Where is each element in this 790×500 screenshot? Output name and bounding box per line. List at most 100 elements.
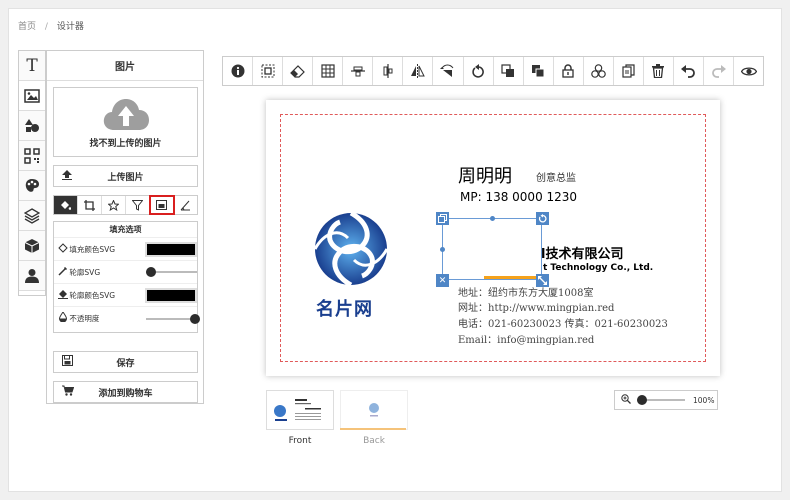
- crop-icon[interactable]: [78, 196, 102, 214]
- fill-bucket-icon[interactable]: [54, 196, 78, 214]
- opacity-label: 不透明度: [69, 314, 100, 323]
- cart-icon: [62, 385, 75, 399]
- image-panel: 图片 找不到上传的图片 上传图片 填充选项 填充颜色SVG 轮廓SVG 轮廓颜色…: [46, 50, 204, 404]
- rotate-handle-icon[interactable]: [536, 212, 549, 225]
- upload-image-button[interactable]: 上传图片: [53, 165, 198, 187]
- droplet-icon: [58, 311, 69, 325]
- clipart-tool-icon[interactable]: [19, 171, 45, 201]
- save-label: 保存: [116, 358, 135, 369]
- card-website[interactable]: 网址：http://www.mingpian.red: [458, 299, 614, 314]
- templates-tool-icon[interactable]: [19, 231, 45, 261]
- image-mini-toolbar: [53, 195, 198, 215]
- card-job-title[interactable]: 创意总监: [536, 169, 576, 184]
- qrcode-tool-icon[interactable]: [19, 141, 45, 171]
- bring-forward-icon[interactable]: [494, 57, 524, 85]
- card-address[interactable]: 地址：纽约市东方大厦1008室: [458, 284, 593, 299]
- text-tool-icon[interactable]: T: [19, 51, 45, 81]
- info-icon[interactable]: [223, 57, 254, 85]
- mask-icon[interactable]: [174, 196, 197, 214]
- zoom-value: 100%: [693, 395, 715, 405]
- stroke-color-label: 轮廓颜色SVG: [69, 290, 116, 300]
- trash-icon[interactable]: [644, 57, 674, 85]
- stroke-color-icon: [58, 289, 69, 302]
- front-page-label[interactable]: Front: [266, 436, 334, 446]
- fill-color-label: 填充颜色SVG: [69, 244, 116, 254]
- card-mobile[interactable]: MP: 138 0000 1230: [460, 190, 577, 204]
- logo-wordmark[interactable]: 名片网: [316, 295, 373, 321]
- zoom-slider[interactable]: [637, 395, 685, 405]
- breadcrumb: 首页 / 设计器: [18, 19, 84, 32]
- upload-arrow-icon: [62, 169, 72, 183]
- side-tool-column: T: [18, 50, 46, 296]
- opacity-knob[interactable]: [189, 313, 200, 324]
- opacity-slider[interactable]: [145, 313, 200, 324]
- delete-handle-icon[interactable]: ✕: [436, 274, 449, 287]
- grid-icon[interactable]: [313, 57, 344, 85]
- rotate-icon[interactable]: [464, 57, 494, 85]
- card-company-cn[interactable]: l技术有限公司: [541, 243, 623, 262]
- filter-icon[interactable]: [126, 196, 150, 214]
- save-button[interactable]: 保存: [53, 351, 198, 373]
- eraser-icon[interactable]: [283, 57, 314, 85]
- stroke-label: 轮廓SVG: [69, 267, 101, 277]
- stroke-color-row: 轮廓颜色SVG: [54, 284, 197, 307]
- card-phone[interactable]: 电话：021-60230023 传真：021-60230023: [458, 315, 668, 330]
- front-page-thumbnail[interactable]: [266, 390, 334, 430]
- zoom-in-icon[interactable]: [621, 393, 631, 407]
- card-company-en[interactable]: t Technology Co., Ltd.: [543, 263, 653, 273]
- company-logo[interactable]: [312, 210, 390, 288]
- add-to-cart-button[interactable]: 添加到购物车: [53, 381, 198, 403]
- cloud-upload-icon: [103, 98, 149, 130]
- copy-handle-icon[interactable]: [436, 212, 449, 225]
- resize-handle-icon[interactable]: [536, 274, 549, 287]
- upload-hint: 找不到上传的图片: [89, 138, 162, 149]
- fill-color-swatch[interactable]: [145, 241, 197, 257]
- card-email[interactable]: Email：info@mingpian.red: [458, 331, 594, 346]
- group-icon[interactable]: [584, 57, 614, 85]
- image-replace-icon[interactable]: [149, 195, 175, 215]
- upload-dropzone[interactable]: 找不到上传的图片: [53, 87, 198, 157]
- back-page-label[interactable]: Back: [340, 436, 408, 446]
- align-center-icon[interactable]: [373, 57, 404, 85]
- shapes-tool-icon[interactable]: [19, 111, 45, 141]
- undo-icon[interactable]: [674, 57, 704, 85]
- star-icon[interactable]: [102, 196, 126, 214]
- pen-icon: [58, 266, 69, 279]
- breadcrumb-separator: /: [44, 22, 48, 32]
- align-middle-icon[interactable]: [343, 57, 374, 85]
- breadcrumb-current: 设计器: [56, 22, 84, 32]
- stroke-width-knob[interactable]: [145, 267, 156, 277]
- select-all-icon[interactable]: [253, 57, 284, 85]
- breadcrumb-home[interactable]: 首页: [18, 22, 36, 32]
- image-tool-icon[interactable]: [19, 81, 45, 111]
- back-page-thumbnail[interactable]: [340, 390, 408, 430]
- zoom-knob[interactable]: [637, 395, 647, 405]
- floppy-icon: [62, 355, 73, 369]
- layers-tool-icon[interactable]: [19, 201, 45, 231]
- stroke-width-slider[interactable]: [145, 267, 197, 277]
- panel-title: 图片: [47, 51, 203, 81]
- preview-eye-icon[interactable]: [734, 57, 763, 85]
- zoom-control: 100%: [614, 390, 718, 410]
- selection-handle-left[interactable]: [440, 247, 445, 252]
- opacity-row: 不透明度: [54, 307, 200, 330]
- duplicate-icon[interactable]: [614, 57, 644, 85]
- fill-color-row: 填充颜色SVG: [54, 238, 197, 261]
- send-backward-icon[interactable]: [524, 57, 554, 85]
- flip-horizontal-icon[interactable]: [403, 57, 434, 85]
- fill-options-title: 填充选项: [54, 222, 197, 238]
- card-name[interactable]: 周明明: [458, 162, 512, 188]
- user-tool-icon[interactable]: [19, 261, 45, 291]
- flip-vertical-icon[interactable]: [433, 57, 464, 85]
- card-canvas[interactable]: 名片网 周明明 创意总监 MP: 138 0000 1230 l技术有限公司 t…: [266, 100, 720, 376]
- stroke-row: 轮廓SVG: [54, 261, 197, 284]
- fill-color-icon: [58, 242, 69, 256]
- upload-image-label: 上传图片: [107, 172, 144, 183]
- fill-options-box: 填充选项 填充颜色SVG 轮廓SVG 轮廓颜色SVG 不透明度: [53, 221, 200, 333]
- editor-toolbar: [222, 56, 764, 86]
- selection-box[interactable]: [442, 218, 542, 280]
- lock-icon[interactable]: [554, 57, 584, 85]
- redo-icon[interactable]: [704, 57, 735, 85]
- selection-handle-top[interactable]: [490, 216, 495, 221]
- stroke-color-swatch[interactable]: [145, 287, 197, 303]
